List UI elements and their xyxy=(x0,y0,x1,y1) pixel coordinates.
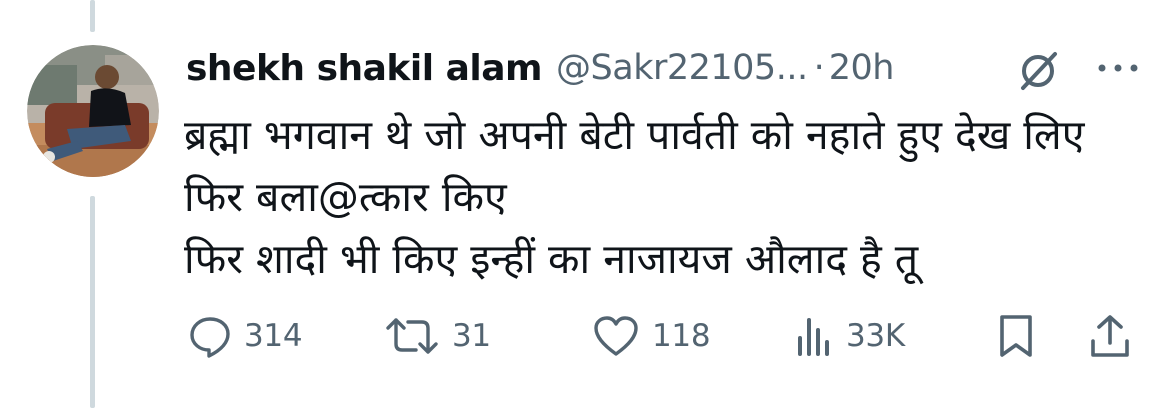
separator-dot: · xyxy=(813,48,825,88)
tweet-text-line: ब्रह्मा भगवान थे जो अपनी बेटी पार्वती को… xyxy=(184,111,1085,159)
reply-button[interactable]: 314 xyxy=(188,308,303,364)
repost-button[interactable]: 31 xyxy=(384,308,491,364)
like-count: 118 xyxy=(652,318,711,354)
tweet-actions: 314 31 118 33K xyxy=(184,308,1144,364)
views-count: 33K xyxy=(846,318,905,354)
tweet-text: ब्रह्मा भगवान थे जो अपनी बेटी पार्वती को… xyxy=(184,104,1144,290)
bookmark-button[interactable] xyxy=(996,308,1036,364)
more-icon[interactable] xyxy=(1094,58,1142,78)
share-icon xyxy=(1091,315,1129,357)
repost-icon xyxy=(386,318,438,354)
display-name[interactable]: shekh shakil alam xyxy=(186,48,543,89)
thread-line-bottom xyxy=(90,196,95,408)
grok-icon[interactable] xyxy=(1015,48,1063,92)
bookmark-icon xyxy=(1000,315,1032,357)
user-handle[interactable]: @Sakr22105... xyxy=(556,48,808,88)
like-icon xyxy=(594,316,638,356)
reply-icon xyxy=(190,317,230,358)
avatar[interactable] xyxy=(27,45,159,177)
thread-line-top xyxy=(90,0,95,32)
views-button[interactable]: 33K xyxy=(794,308,905,364)
like-button[interactable]: 118 xyxy=(592,308,711,364)
timestamp[interactable]: 20h xyxy=(829,48,895,88)
tweet-text-line: फिर बला@त्कार किए xyxy=(184,173,507,221)
tweet-header: shekh shakil alam @Sakr22105... · 20h xyxy=(186,44,894,92)
views-icon xyxy=(798,318,829,356)
repost-count: 31 xyxy=(452,318,491,354)
share-button[interactable] xyxy=(1088,308,1132,364)
reply-count: 314 xyxy=(244,318,303,354)
tweet-text-line: फिर शादी भी किए इन्हीं का नाजायज औलाद है… xyxy=(184,235,919,283)
